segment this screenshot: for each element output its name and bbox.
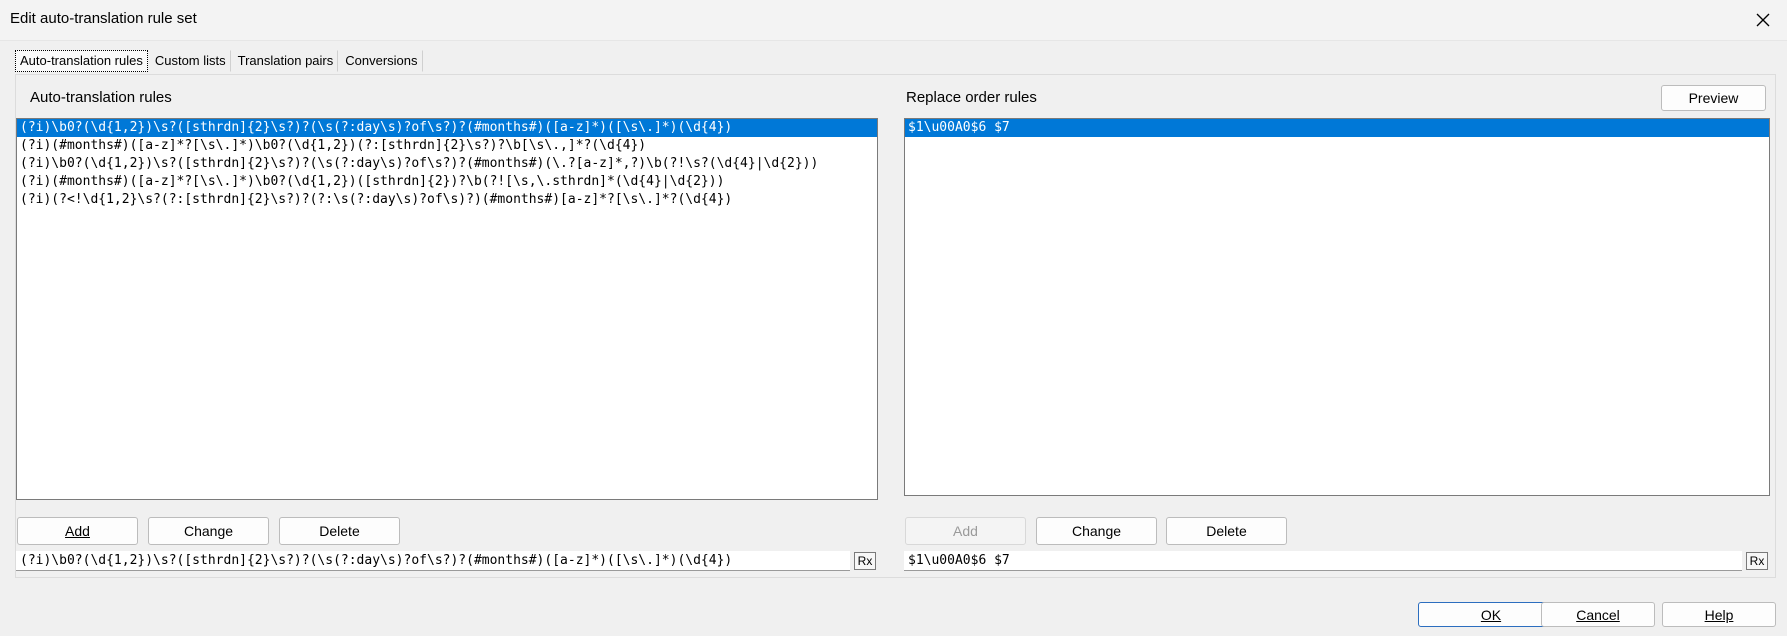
add-rule-button[interactable]: Add: [17, 517, 138, 545]
preview-button[interactable]: Preview: [1661, 85, 1766, 111]
add-replace-rule-label: Add: [953, 523, 978, 539]
change-replace-rule-button[interactable]: Change: [1036, 517, 1157, 545]
replace-rule-row[interactable]: $1\u00A0$6 $7: [905, 119, 1769, 137]
window-title: Edit auto-translation rule set: [10, 10, 197, 27]
rule-regex-button[interactable]: Rx: [854, 552, 876, 570]
delete-replace-rule-label: Delete: [1206, 523, 1247, 539]
replace-rule-edit-field[interactable]: $1\u00A0$6 $7: [904, 551, 1742, 571]
replace-order-rules-label: Replace order rules: [906, 89, 1037, 106]
delete-replace-rule-button[interactable]: Delete: [1166, 517, 1287, 545]
tab-conversions[interactable]: Conversions: [340, 50, 423, 72]
title-bar: Edit auto-translation rule set: [0, 0, 1787, 41]
close-icon: [1756, 13, 1770, 27]
change-rule-button[interactable]: Change: [148, 517, 269, 545]
rule-edit-field[interactable]: (?i)\b0?(\d{1,2})\s?([sthrdn]{2}\s?)?(\s…: [16, 551, 850, 571]
cancel-button[interactable]: Cancel: [1541, 602, 1655, 627]
tab-auto-translation-rules[interactable]: Auto-translation rules: [15, 50, 148, 72]
rule-row[interactable]: (?i)(#months#)([a-z]*?[\s\.]*)\b0?(\d{1,…: [17, 137, 877, 155]
delete-rule-label: Delete: [319, 523, 360, 539]
change-rule-label: Change: [183, 523, 234, 539]
change-replace-rule-label: Change: [1071, 523, 1122, 539]
add-rule-label: Add: [65, 523, 90, 539]
rule-row[interactable]: (?i)(#months#)([a-z]*?[\s\.]*)\b0?(\d{1,…: [17, 173, 877, 191]
rule-row[interactable]: (?i)(?<!\d{1,2}\s?(?:[sthrdn]{2}\s?)?(?:…: [17, 191, 877, 209]
help-button[interactable]: Help: [1662, 602, 1776, 627]
cancel-label: Cancel: [1576, 606, 1620, 623]
ok-label: OK: [1480, 606, 1502, 623]
tab-custom-lists[interactable]: Custom lists: [150, 50, 231, 72]
close-button[interactable]: [1747, 4, 1779, 36]
tab-strip: Auto-translation rules Custom lists Tran…: [15, 50, 425, 72]
rule-row[interactable]: (?i)\b0?(\d{1,2})\s?([sthrdn]{2}\s?)?(\s…: [17, 155, 877, 173]
add-replace-rule-button[interactable]: Add: [905, 517, 1026, 545]
auto-translation-rules-label: Auto-translation rules: [30, 89, 172, 106]
help-label: Help: [1704, 606, 1734, 623]
rule-row[interactable]: (?i)\b0?(\d{1,2})\s?([sthrdn]{2}\s?)?(\s…: [17, 119, 877, 137]
replace-rule-regex-button[interactable]: Rx: [1746, 552, 1768, 570]
delete-rule-button[interactable]: Delete: [279, 517, 400, 545]
replace-order-rules-list[interactable]: $1\u00A0$6 $7: [904, 118, 1770, 496]
tab-panel: Auto-translation rules (?i)\b0?(\d{1,2})…: [15, 74, 1776, 578]
preview-label: Preview: [1688, 90, 1739, 106]
tab-translation-pairs[interactable]: Translation pairs: [233, 50, 339, 72]
auto-translation-rules-list[interactable]: (?i)\b0?(\d{1,2})\s?([sthrdn]{2}\s?)?(\s…: [16, 118, 878, 500]
